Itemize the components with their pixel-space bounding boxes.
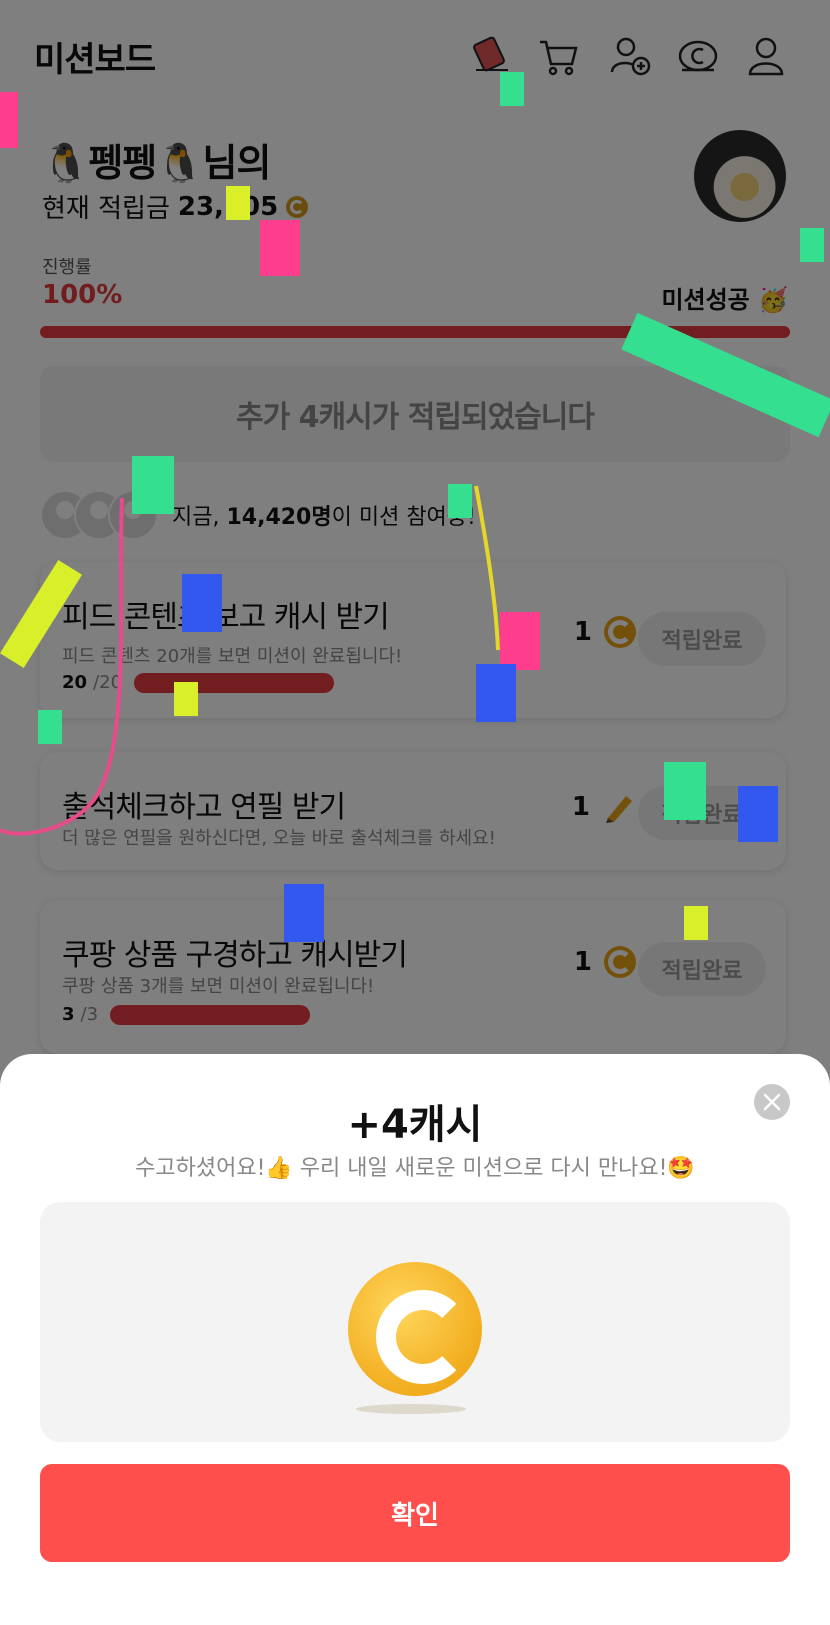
confirm-button[interactable]: 확인 [40, 1464, 790, 1562]
reward-subtitle: 수고하셨어요!👍 우리 내일 새로운 미션으로 다시 만나요!🤩 [135, 1156, 695, 1181]
confetti-piece [284, 884, 324, 942]
coin-icon [348, 1262, 482, 1396]
confetti-piece [0, 92, 18, 148]
confetti-piece [260, 220, 300, 276]
confetti-piece [684, 906, 708, 940]
confetti-piece [500, 72, 524, 106]
confetti-piece [738, 786, 778, 842]
confetti-piece [664, 762, 706, 820]
coin-shadow [356, 1404, 466, 1414]
confetti-piece [226, 186, 250, 220]
reward-title: +4캐시 [347, 1102, 483, 1148]
confetti-piece [800, 228, 824, 262]
confetti-streamers [0, 485, 500, 836]
